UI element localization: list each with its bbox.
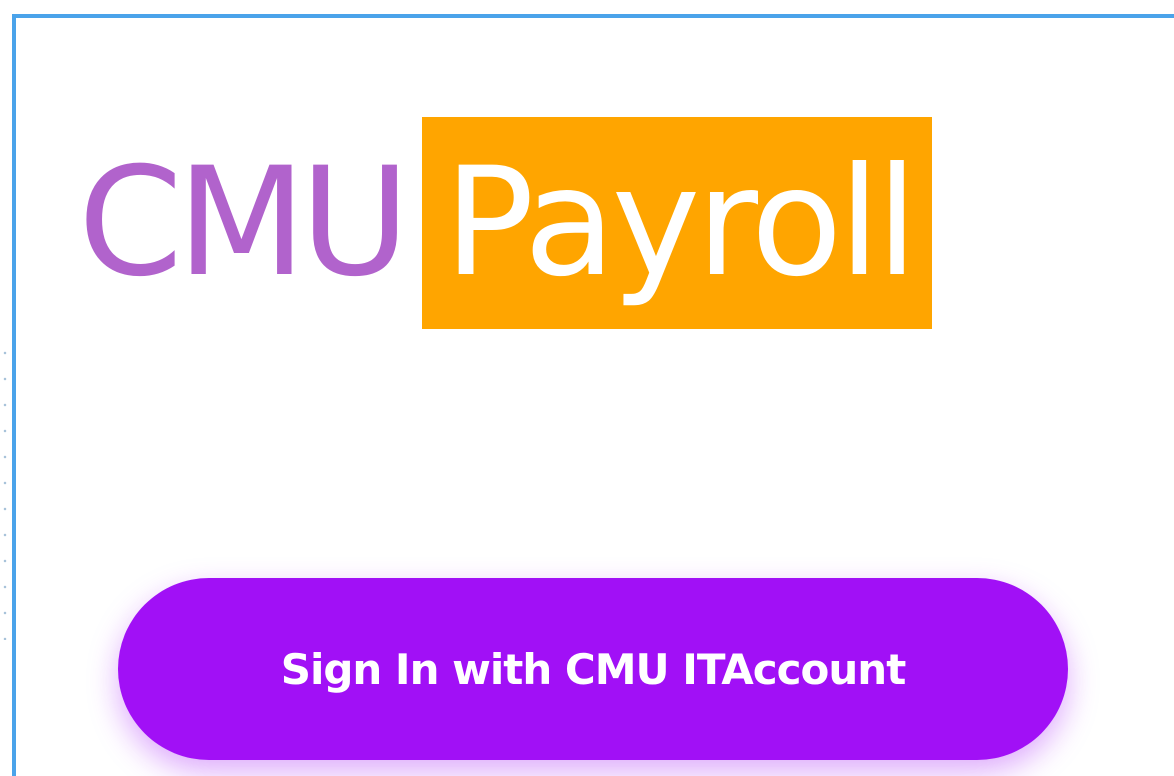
- logo-cmu-text: CMU: [78, 136, 410, 310]
- app-logo: CMU Payroll: [78, 108, 932, 338]
- logo-payroll-badge: Payroll: [421, 117, 932, 329]
- login-card: CMU Payroll Sign In with CMU ITAccount: [12, 14, 1174, 776]
- login-page: CMU Payroll Sign In with CMU ITAccount: [0, 0, 1174, 776]
- sign-in-button[interactable]: Sign In with CMU ITAccount: [118, 578, 1068, 760]
- logo-payroll-text: Payroll: [443, 136, 918, 310]
- background-dots: [0, 340, 10, 640]
